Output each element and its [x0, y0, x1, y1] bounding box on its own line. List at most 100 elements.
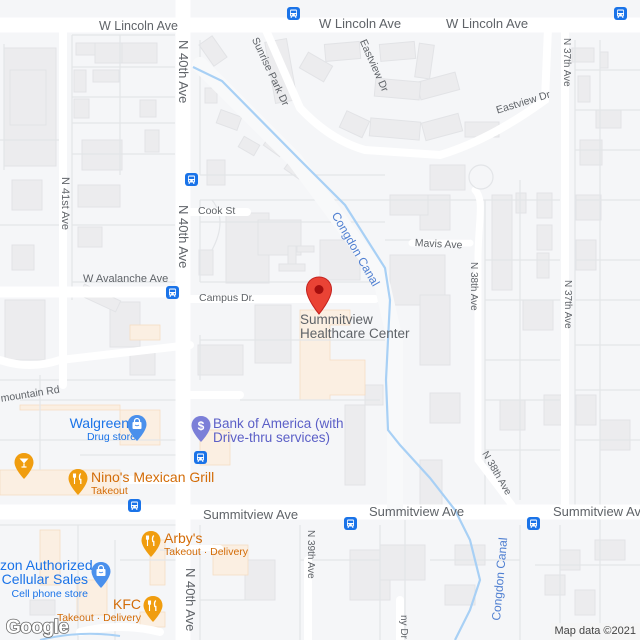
cul-de-sac: [468, 164, 494, 190]
bus-stop-icon[interactable]: [194, 451, 207, 464]
building: [139, 99, 157, 118]
selected-place-marker[interactable]: [305, 276, 333, 316]
poi-label-arbys[interactable]: Arby's Takeout · Delivery: [164, 531, 248, 558]
poi-pin-walgreens[interactable]: [126, 414, 148, 442]
building: [414, 42, 435, 80]
map-canvas[interactable]: W Lincoln Ave W Lincoln Ave W Lincoln Av…: [0, 0, 640, 640]
street-label-n-38th-ave: N 38th Ave: [468, 262, 479, 311]
building: [599, 419, 631, 451]
building: [574, 589, 596, 616]
bus-stop-icon[interactable]: [128, 499, 141, 512]
street-label-mavis-ave: Mavis Ave: [414, 237, 463, 252]
poi-pin-cellular-sales[interactable]: [90, 561, 112, 589]
building: [278, 263, 306, 272]
building: [29, 599, 56, 616]
street-label-n-37th-ave: N 37th Ave: [562, 280, 573, 329]
google-logo[interactable]: Google: [5, 616, 70, 639]
fork-knife-icon: [141, 531, 161, 557]
poi-label-ninos-mexican-grill[interactable]: Nino's Mexican Grill Takeout: [91, 470, 214, 497]
poi-category: Takeout: [91, 484, 128, 497]
poi-pin-kfc[interactable]: [142, 595, 164, 623]
poi-pin-bank-of-america[interactable]: $: [190, 415, 212, 443]
poi-name: Walgreens: [69, 415, 136, 431]
building: [338, 110, 371, 139]
building: [4, 299, 46, 361]
poi-label-cellular-sales[interactable]: zon Authorized Cellular Sales Cell phone…: [0, 557, 93, 600]
fork-knife-icon: [143, 596, 163, 622]
building: [429, 392, 461, 424]
street-label-summitview-ave: Summitview Ave: [369, 504, 465, 519]
building: [77, 226, 103, 248]
fork-knife-icon: [68, 469, 88, 495]
street-label-partial-dr: ny Dr: [398, 615, 409, 639]
building: [599, 51, 609, 69]
map-data-attribution[interactable]: Map data ©2021: [550, 623, 640, 640]
building: [144, 129, 160, 153]
building: [536, 192, 553, 219]
building: [197, 344, 244, 376]
selected-place-name-line2: Healthcare Center: [300, 325, 410, 341]
poi-label-walgreens[interactable]: Walgreens Drug store: [58, 416, 136, 443]
road-bottom-loop: [76, 623, 164, 636]
building: [559, 549, 581, 571]
bus-stop-icon[interactable]: [287, 7, 300, 20]
building: [544, 574, 566, 596]
selected-place-label[interactable]: Summitview Healthcare Center: [300, 313, 410, 341]
street-label-n-39th-ave: N 39th Ave: [305, 530, 316, 579]
bus-stop-icon[interactable]: [166, 286, 179, 299]
street-label-w-avalanche-ave: W Avalanche Ave: [83, 273, 169, 285]
building: [11, 179, 43, 211]
building: [11, 244, 35, 271]
poi-category: Takeout · Delivery: [164, 545, 249, 558]
building: [206, 159, 226, 186]
svg-text:$: $: [198, 419, 205, 433]
street-label-summitview-ave: Summitview Ave: [553, 504, 640, 519]
building: [364, 384, 384, 406]
street-label-w-lincoln-ave: W Lincoln Ave: [99, 19, 178, 33]
bus-stop-icon[interactable]: [185, 173, 198, 186]
building: [198, 249, 214, 276]
building: [536, 252, 550, 279]
building: [420, 112, 464, 142]
building: [344, 404, 366, 486]
poi-category: Drug store: [86, 430, 136, 443]
poi-name-line2: Drive-thru services): [213, 430, 331, 446]
street-label-cook-st: Cook St: [198, 205, 236, 217]
shopping-bag-icon: [91, 562, 111, 588]
building: [323, 40, 362, 62]
poi-name: Nino's Mexican Grill: [91, 469, 215, 485]
building: [81, 139, 123, 171]
building: [499, 399, 526, 431]
building: [536, 224, 553, 251]
building: [577, 75, 591, 103]
building: [419, 294, 451, 366]
street-label-n-40th-ave: N 40th Ave: [183, 568, 198, 632]
poi-pin-bar[interactable]: [13, 452, 35, 480]
street-label-campus-dr: Campus Dr.: [199, 292, 255, 304]
bus-stop-icon[interactable]: [614, 7, 627, 20]
poi-name: zon Authorized: [0, 557, 93, 573]
building: [121, 42, 158, 64]
street-label-w-lincoln-ave: W Lincoln Ave: [446, 16, 529, 31]
building: [444, 584, 476, 606]
street-label-n-40th-ave: N 40th Ave: [176, 40, 191, 104]
building: [579, 139, 603, 166]
building: [368, 117, 422, 141]
building: [378, 40, 417, 62]
building: [575, 194, 602, 221]
poi-label-bank-of-america[interactable]: Bank of America (with Drive-thru service…: [213, 416, 344, 446]
bus-stop-icon[interactable]: [527, 517, 540, 530]
street-label-n-40th-ave: N 40th Ave: [176, 205, 191, 269]
poi-name-line2: Cellular Sales: [1, 571, 88, 588]
bus-stop-icon[interactable]: [344, 517, 357, 530]
selected-place-name-line1: Summitview: [300, 312, 373, 327]
building: [522, 299, 554, 331]
commercial-area: [129, 324, 161, 341]
poi-pin-ninos-mexican-grill[interactable]: [67, 468, 89, 496]
building: [429, 164, 466, 191]
street-label-n-37th-ave: N 37th Ave: [561, 38, 572, 87]
building: [92, 69, 120, 83]
poi-pin-arbys[interactable]: [140, 530, 162, 558]
street-label-n-41st-ave: N 41st Ave: [59, 177, 71, 230]
street-label-w-lincoln-ave-partial: W Lincoln Ave: [319, 16, 402, 31]
